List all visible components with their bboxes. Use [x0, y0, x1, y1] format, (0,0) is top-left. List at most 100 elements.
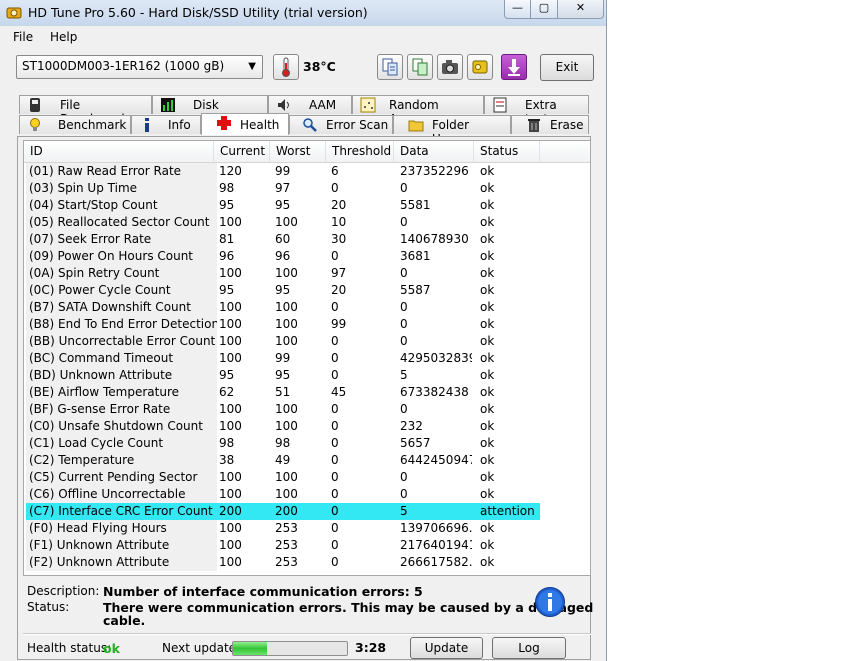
tab-benchmark[interactable]: Benchmark	[19, 115, 131, 134]
cell-current: 100	[219, 300, 242, 314]
drive-select[interactable]: ST1000DM003-1ER162 (1000 gB) ▼	[16, 55, 263, 79]
cell-status: ok	[480, 555, 495, 569]
copy-text-button[interactable]	[377, 54, 403, 80]
cell-threshold: 99	[331, 317, 347, 331]
table-row[interactable]: (C6) Offline Uncorrectable 100 100 0 0 ok	[24, 486, 590, 503]
exit-button[interactable]: Exit	[540, 54, 594, 81]
cell-threshold: 30	[331, 232, 347, 246]
save-button[interactable]	[467, 54, 493, 80]
cell-threshold: 0	[331, 402, 339, 416]
cell-status: ok	[480, 283, 495, 297]
cell-worst: 200	[275, 503, 325, 520]
tab-extra-tests[interactable]: Extra tests	[484, 95, 589, 126]
cell-worst: 100	[275, 266, 298, 280]
cell-data: 0	[400, 317, 408, 331]
update-button[interactable]: Update	[410, 637, 483, 659]
table-row[interactable]: (C5) Current Pending Sector 100 100 0 0 ok	[24, 469, 590, 486]
cell-worst: 95	[275, 283, 291, 297]
cell-worst: 100	[275, 300, 298, 314]
table-row[interactable]: (C7) Interface CRC Error Count 200 200 0 5 at…	[24, 503, 590, 520]
cell-threshold: 20	[331, 283, 347, 297]
minimize-button[interactable]: —	[504, 0, 531, 19]
cell-data: 0	[400, 215, 408, 229]
column-threshold[interactable]: Threshold	[326, 141, 394, 162]
health-status-label: Health status:	[27, 641, 112, 655]
menu-file[interactable]: File	[13, 30, 33, 44]
download-button[interactable]	[501, 54, 527, 80]
title-bar[interactable]: HD Tune Pro 5.60 - Hard Disk/SSD Utility…	[0, 0, 606, 26]
cell-status: ok	[480, 249, 495, 263]
cell-status: ok	[480, 385, 495, 399]
cell-worst: 100	[275, 402, 298, 416]
column-status[interactable]: Status	[474, 141, 540, 162]
tab-disk-monitor[interactable]: Disk monitor	[152, 95, 268, 126]
tab-aam[interactable]: AAM	[268, 95, 352, 114]
cell-current: 81	[219, 232, 235, 246]
table-row[interactable]: (0C) Power Cycle Count 95 95 20 5587 ok	[24, 282, 590, 299]
column-worst[interactable]: Worst	[270, 141, 326, 162]
tab-health[interactable]: Health	[201, 113, 289, 135]
column-current[interactable]: Current	[214, 141, 270, 162]
table-row[interactable]: (BD) Unknown Attribute 95 95 0 5 ok	[24, 367, 590, 384]
cell-worst: 60	[275, 232, 291, 246]
table-row[interactable]: (F1) Unknown Attribute100 253 0 21764019416…	[24, 537, 590, 554]
table-row[interactable]: (BC) Command Timeout 100 99 0 4295032839 ok	[24, 350, 590, 367]
table-row[interactable]: (BF) G-sense Error Rate 100 100 0 0 ok	[24, 401, 590, 418]
table-row[interactable]: (07) Seek Error Rate 81 60 30 140678930 ok	[24, 231, 590, 248]
table-row[interactable]: (B7) SATA Downshift Count 100 100 0 0 ok	[24, 299, 590, 316]
copy-screenshot-button[interactable]	[407, 54, 433, 80]
cell-status: ok	[480, 232, 495, 246]
table-row[interactable]: (C1) Load Cycle Count 98 98 0 5657 ok	[24, 435, 590, 452]
menu-help[interactable]: Help	[50, 30, 77, 44]
cell-status: ok	[480, 470, 495, 484]
thermometer-icon	[282, 57, 290, 77]
table-row[interactable]: (09) Power On Hours Count 96 96 0 3681 ok	[24, 248, 590, 265]
table-row[interactable]: (C0) Unsafe Shutdown Count 100 100 0 232 ok	[24, 418, 590, 435]
tab-folder-usage[interactable]: Folder Usage	[393, 115, 511, 146]
save-icon	[472, 60, 488, 74]
table-row[interactable]: (F2) Unknown Attribute100 253 0 266617582..…	[24, 554, 590, 571]
screenshot-button[interactable]	[437, 54, 463, 80]
cell-id: (BF) G-sense Error Rate	[26, 401, 217, 418]
checklist-icon	[493, 97, 507, 113]
cell-id: (C0) Unsafe Shutdown Count	[26, 418, 217, 435]
table-row[interactable]: (B8) End To End Error Detection 100 100 99 0…	[24, 316, 590, 333]
table-row[interactable]: (04) Start/Stop Count 95 95 20 5581 ok	[24, 197, 590, 214]
cell-data: 21764019416	[400, 538, 472, 552]
cell-data: 0	[400, 402, 408, 416]
table-row[interactable]: (01) Raw Read Error Rate 120 99 6 237352296 o…	[24, 163, 590, 180]
column-id[interactable]: ID	[24, 141, 214, 162]
table-row[interactable]: (0A) Spin Retry Count 100 100 97 0 ok	[24, 265, 590, 282]
cell-id: (01) Raw Read Error Rate	[26, 163, 217, 180]
cell-threshold: 0	[331, 487, 339, 501]
table-row[interactable]: (F0) Head Flying Hours100 253 0 139706696..…	[24, 520, 590, 537]
log-button[interactable]: Log	[492, 637, 566, 659]
table-row[interactable]: (BB) Uncorrectable Error Count 100 100 0 0 ok	[24, 333, 590, 350]
tab-error-scan[interactable]: Error Scan	[289, 115, 393, 134]
cell-current: 95	[219, 283, 235, 297]
tab-random-access[interactable]: Random Access	[352, 95, 484, 126]
cell-threshold: 6	[331, 164, 339, 178]
cell-id: (F0) Head Flying Hours	[26, 520, 217, 537]
table-row[interactable]: (03) Spin Up Time 98 97 0 0 ok	[24, 180, 590, 197]
cell-worst: 100	[275, 334, 298, 348]
table-row[interactable]: (C2) Temperature38 49 0 64424509478 ok	[24, 452, 590, 469]
chevron-down-icon: ▼	[248, 61, 256, 72]
tab-file-benchmark[interactable]: File Benchmark	[19, 95, 152, 126]
cell-threshold: 0	[331, 538, 339, 552]
table-row[interactable]: (BE) Airflow Temperature 62 51 45 673382438 o…	[24, 384, 590, 401]
table-row[interactable]: (05) Reallocated Sector Count 100 100 10 0 ok	[24, 214, 590, 231]
health-status-value: ok	[103, 641, 120, 656]
tab-info[interactable]: Info	[131, 115, 201, 134]
cell-status: ok	[480, 215, 495, 229]
cell-current: 100	[219, 487, 242, 501]
tab-erase[interactable]: Erase	[511, 115, 589, 134]
maximize-button[interactable]: ▢	[530, 0, 558, 19]
temperature-button[interactable]	[273, 54, 299, 80]
status-value-line2: cable.	[103, 613, 146, 628]
smart-attributes-table[interactable]: ID Current Worst Threshold Data Status (…	[23, 140, 591, 576]
column-data[interactable]: Data	[394, 141, 474, 162]
close-button[interactable]: ✕	[557, 0, 604, 19]
cell-id: (0C) Power Cycle Count	[26, 282, 217, 299]
cell-threshold: 0	[331, 334, 339, 348]
